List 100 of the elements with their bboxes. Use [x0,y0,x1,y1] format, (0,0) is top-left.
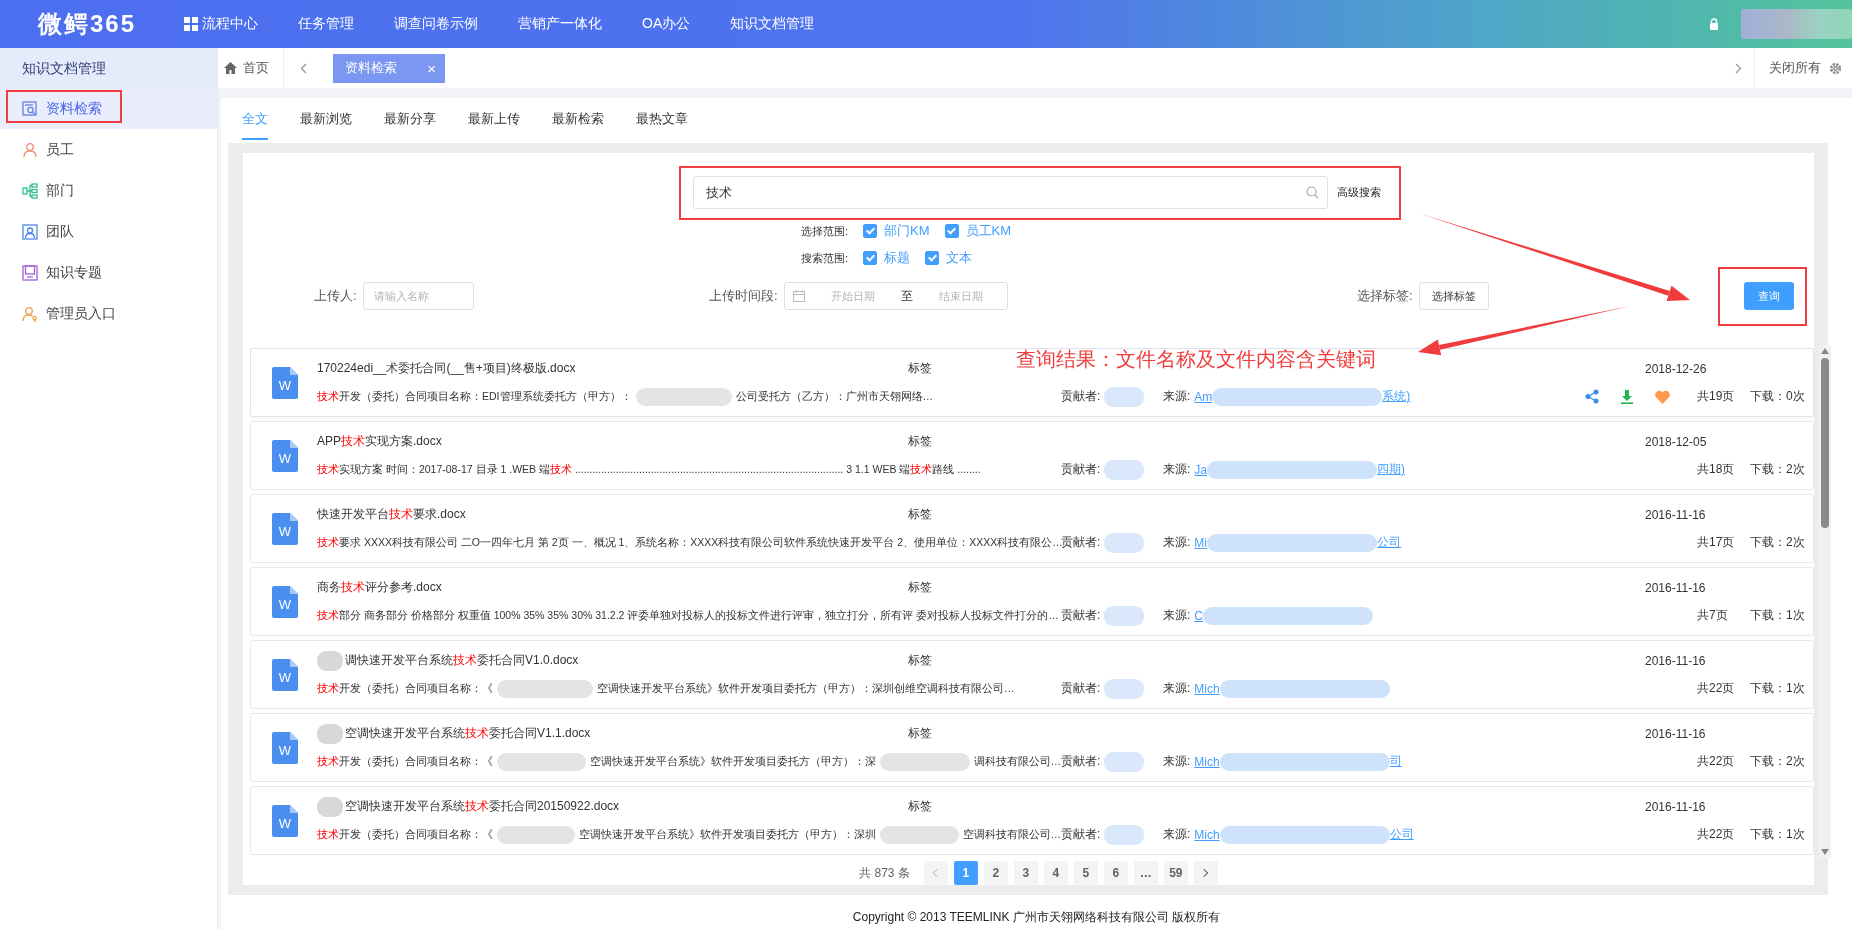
search-icon[interactable] [1306,186,1319,199]
word-document-icon: W [272,439,298,472]
result-card[interactable]: W 商务技术评分参考.docx 标签 2016-11-16 技术部分 商务部分 价格部分 权重值 100% 35% 35% 30% 31.2.2 评委单独对投标人的投标文件进行评审，独立打分，所有评 委对投标人投标文件打分的… 贡献者: 来源: C 共7页 下载：1次 [250,567,1814,636]
source-link: 司 [1389,753,1402,770]
content-snippet: 公司受托方（乙方）：广州市天翎网络… [735,389,933,404]
person-key-icon [22,305,38,322]
contributor-label: 贡献者: [1061,388,1101,405]
nav-link[interactable]: 知识文档管理 [730,15,815,33]
sidebar-item[interactable]: 管理员入口 [0,293,217,334]
content-tab[interactable]: 全文 [242,98,268,140]
advanced-search-link[interactable]: 高级搜索 [1337,185,1381,200]
page-count: 共22页 [1697,680,1736,697]
content-tab[interactable]: 最新浏览 [300,98,352,140]
content-snippet: 技术开发（委托）合同项目名称：《 [317,754,493,769]
download-count: 下载：2次 [1750,753,1805,770]
checkbox[interactable] [944,224,959,238]
result-card[interactable]: W 快速开发平台技术要求.docx 标签 2016-11-16 技术要求 XXXX科技有限公司 二O一四年七月 第 2页 一、概况 1、系统名称：XXXX科技有限公司软件系统快速开发平台 2、使用单位：XXXX科技有限公…贡献者: 来源: Mi 公司 共17页 下载：2次 [250,494,1814,563]
download-count: 下载：2次 [1750,534,1805,551]
redaction-blur [317,796,343,817]
page-button[interactable]: … [1133,861,1158,885]
sidebar-item[interactable]: 资料检索 [0,88,217,129]
source-link: Mich [1194,754,1220,769]
upload-date: 2016-11-16 [1645,580,1706,595]
upload-date: 2016-11-16 [1645,799,1706,814]
content-tab[interactable]: 最热文章 [636,98,688,140]
tag-label: 标签 [908,726,932,740]
checkbox[interactable] [863,224,877,238]
sidebar-item[interactable]: 员工 [0,129,217,170]
source-link: Am [1194,389,1213,404]
page-count: 共7页 [1697,607,1729,624]
content-tab[interactable]: 最新检索 [552,98,604,140]
result-card[interactable]: W 调快速开发平台系统技术委托合同V1.0.docx 标签 2016-11-16 技术开发（委托）合同项目名称：《 空调快速开发平台系统》软件开发项目委托方（甲方）：深圳创维空调科技有限公司… 贡献者: 来源: Mich 共22页 下载：1次 [250,640,1814,709]
file-name: 快速开发平台技术要求.docx [317,506,466,523]
page-button[interactable]: 5 [1073,861,1098,885]
download-count: 下载：1次 [1750,826,1805,843]
contributor-label: 贡献者: [1061,534,1101,551]
result-card[interactable] [250,421,1814,490]
period-label: 上传时间段: [709,287,778,305]
page-count: 共17页 [1697,534,1736,551]
sidebar-item[interactable]: 部门 [0,170,217,211]
upload-date: 2016-11-16 [1645,653,1706,668]
nav-link[interactable]: 任务管理 [298,15,354,33]
upload-date: 2018-12-26 [1645,361,1707,376]
content-tab[interactable]: 最新分享 [384,98,436,140]
redaction-blur [317,723,343,744]
tag-label: 标签 [908,799,932,813]
page-button[interactable]: 2 [983,861,1008,885]
heart-icon[interactable] [1655,389,1670,404]
checkbox[interactable] [925,251,939,265]
page-button[interactable]: 6 [1103,861,1128,885]
page-button[interactable]: 4 [1043,861,1068,885]
word-document-icon: W [272,731,298,764]
previous-page-button[interactable] [923,861,948,885]
nav-link[interactable]: 营销产一体化 [518,15,602,33]
sidebar-item[interactable]: 团队 [0,211,217,252]
content-tab[interactable]: 最新上传 [468,98,520,140]
close-all-button[interactable]: 关闭所有 [1755,59,1829,77]
download-icon[interactable] [1621,389,1633,404]
uploader-field[interactable]: 请输入名称 [362,282,474,310]
team-icon [22,223,38,240]
page-button[interactable]: 3 [1013,861,1038,885]
redaction-blur [1104,386,1145,407]
checkbox-label[interactable]: 标题 [884,249,910,267]
sidebar-item[interactable]: 知识专题 [0,252,217,293]
source-label: 来源: [1163,826,1191,843]
download-count: 下载：1次 [1750,607,1805,624]
nav-link[interactable]: 流程中心 [184,15,258,33]
next-page-button[interactable] [1193,861,1218,885]
calendar-icon [792,290,805,302]
page-button[interactable]: 59 [1163,861,1188,885]
upload-date: 2018-12-05 [1645,434,1707,449]
share-icon[interactable] [1585,389,1599,404]
checkbox[interactable] [863,251,877,265]
result-card[interactable]: W 空调快速开发平台系统技术委托合同V1.1.docx 标签 2016-11-16 技术开发（委托）合同项目名称：《 空调快速开发平台系统》软件开发项目委托方（甲方）：深 调科技有限公司…贡献者: 来源: Mich 司 共22页 下载：2次 [250,713,1814,782]
scrollbar[interactable] [1819,345,1831,858]
book-icon [22,264,38,281]
lock-icon[interactable] [1709,18,1719,30]
app-logo: 微鳄365 [36,9,138,39]
content-snippet: 技术开发（委托）合同项目名称：《 [317,681,493,696]
select-tag-button[interactable]: 选择标签 [1418,282,1489,310]
content-snippet: 调科技有限公司… [973,754,1061,769]
word-document-icon: W [272,585,298,618]
contributor-label: 贡献者: [1061,461,1101,478]
redaction-blur [1104,751,1145,772]
search-field[interactable]: 技术 [693,176,1328,209]
grid-icon [184,17,198,31]
word-document-icon: W [272,658,298,691]
contributor-label: 贡献者: [1061,826,1101,843]
checkbox-label[interactable]: 文本 [946,249,972,267]
nav-link[interactable]: 调查问卷示例 [394,15,478,33]
home-tab[interactable]: 首页 [218,48,284,88]
download-count: 下载：0次 [1750,388,1805,405]
file-name: 空调快速开发平台系统技术委托合同20150922.docx [345,798,620,815]
source-link: 公司 [1377,534,1401,551]
source-label: 来源: [1163,680,1191,697]
tag-label: 标签 [908,434,932,448]
source-label: 来源: [1163,607,1191,624]
nav-link[interactable]: OA办公 [642,15,691,33]
uploader-label: 上传人: [314,287,357,305]
result-card[interactable]: W 空调快速开发平台系统技术委托合同20150922.docx 标签 2016-11-16 技术开发（委托）合同项目名称：《 空调快速开发平台系统》软件开发项目委托方（甲方）：深圳 空调科技有限公司…贡献者: 来源: Mich 公司 共22页 下载：1次 [250,786,1814,855]
